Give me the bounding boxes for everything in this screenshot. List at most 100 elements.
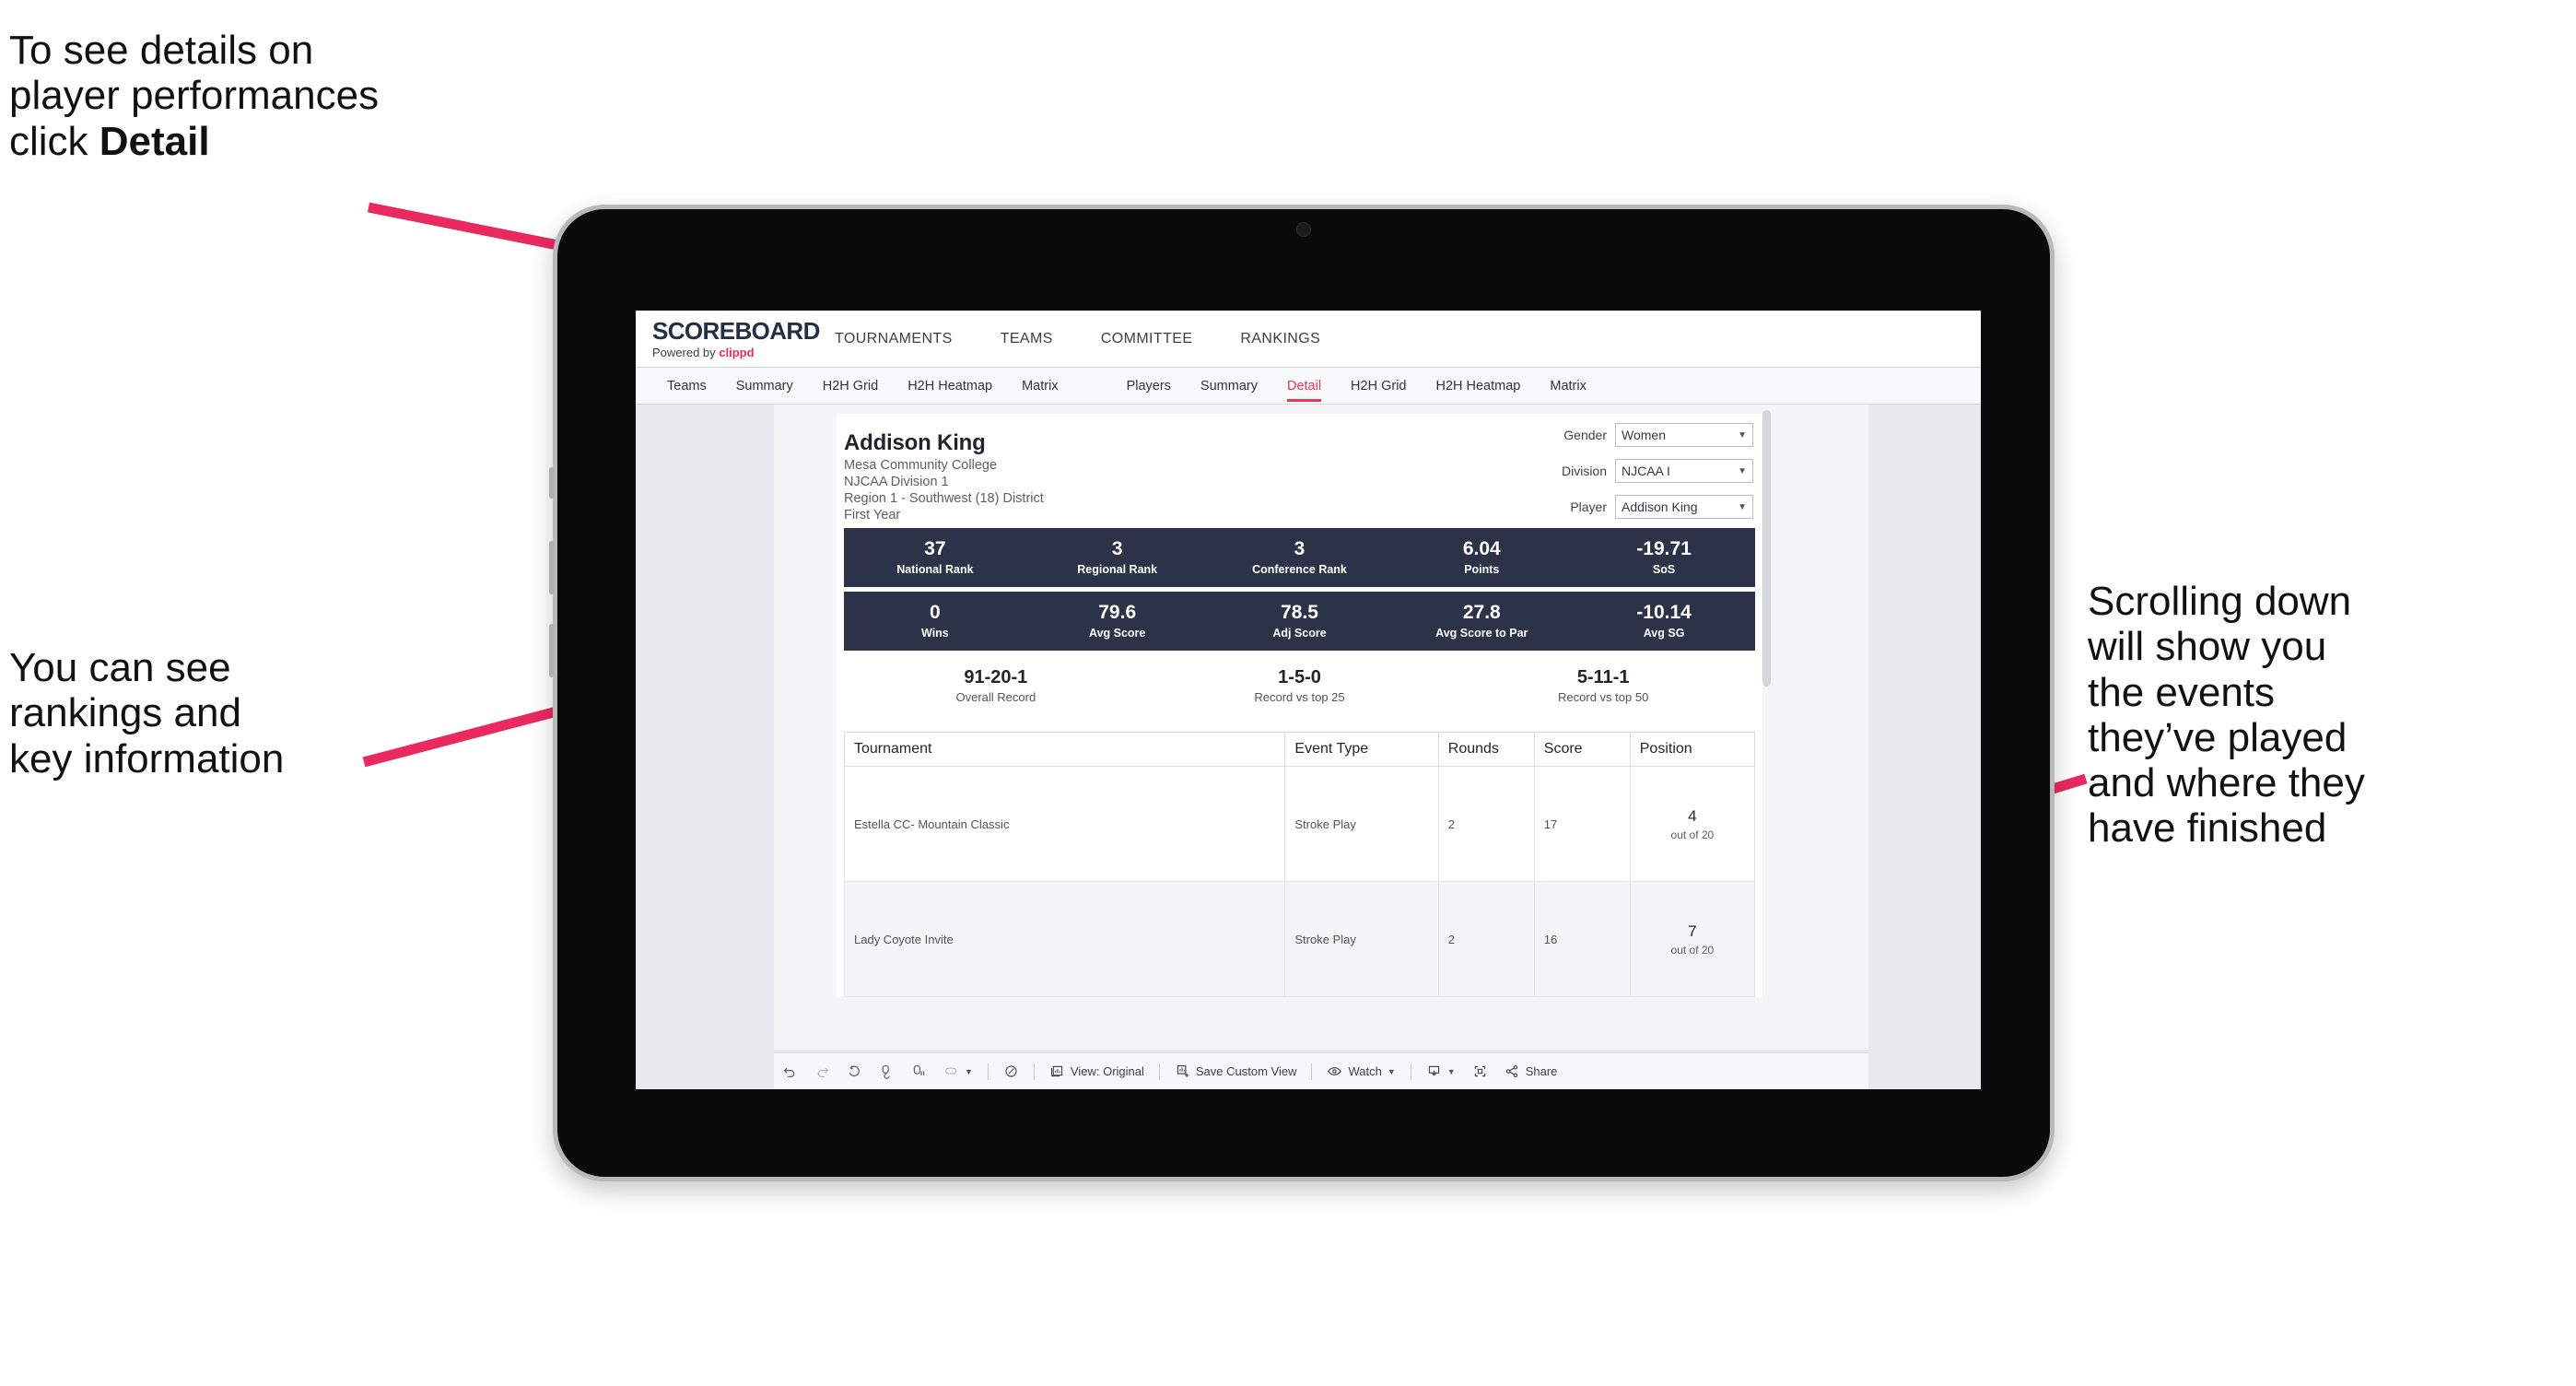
revert-button[interactable] — [838, 1053, 871, 1090]
stat-wins: 0 Wins — [844, 603, 1026, 640]
cell-score: 17 — [1533, 766, 1631, 882]
subnav-item-matrix[interactable]: Matrix — [1007, 368, 1072, 405]
download-button[interactable]: ▼ — [1418, 1053, 1464, 1090]
cell-position: 4 out of 20 — [1629, 766, 1756, 882]
subnav-item-player-summary[interactable]: Summary — [1186, 368, 1272, 405]
topnav-item-tournaments[interactable]: TOURNAMENTS — [811, 311, 977, 368]
chevron-down-icon: ▼ — [1738, 465, 1747, 476]
stats-strip-rankings: 37 National Rank 3 Regional Rank 3 Confe… — [844, 528, 1755, 587]
chevron-down-icon: ▼ — [965, 1066, 973, 1076]
refresh-button[interactable] — [871, 1053, 903, 1090]
position-subtext: out of 20 — [1670, 828, 1715, 841]
stat-conference-rank: 3 Conference Rank — [1209, 538, 1391, 576]
device-button-volume-down — [549, 624, 554, 677]
pause-refresh-button[interactable] — [903, 1053, 935, 1090]
player-detail-card: Addison King Mesa Community College NJCA… — [837, 414, 1762, 997]
share-icon — [1505, 1063, 1520, 1079]
table-row[interactable]: Lady Coyote Invite Stroke Play 2 16 7 ou… — [843, 881, 1756, 997]
subnav-item-detail[interactable]: Detail — [1272, 368, 1336, 405]
filter-gender-select[interactable]: Women ▼ — [1615, 423, 1753, 447]
filter-panel: Gender Women ▼ Division NJCAA I ▼ Player… — [1523, 423, 1753, 531]
stat-adj-score: 78.5 Adj Score — [1209, 603, 1391, 640]
records-row: 91-20-1 Overall Record 1-5-0 Record vs t… — [844, 667, 1755, 704]
column-header-rounds[interactable]: Rounds — [1437, 732, 1535, 767]
callout-detail-bold: Detail — [99, 118, 210, 164]
stat-value: 3 — [1294, 538, 1306, 560]
callout-scroll: Scrolling down will show you the events … — [2088, 579, 2365, 852]
record-value: 5-11-1 — [1576, 667, 1630, 687]
record-label: Record vs top 25 — [1254, 690, 1345, 704]
stat-value: 3 — [1111, 538, 1123, 560]
subnav-item-players[interactable]: Players — [1112, 368, 1186, 405]
stat-label: Wins — [921, 626, 949, 640]
column-header-tournament[interactable]: Tournament — [843, 732, 1286, 767]
refresh-icon — [879, 1063, 895, 1079]
stat-avg-score: 79.6 Avg Score — [1026, 602, 1209, 640]
stat-value: 27.8 — [1462, 602, 1501, 624]
stat-value: -10.14 — [1636, 602, 1692, 624]
undo-button[interactable] — [774, 1053, 806, 1090]
filter-division-label: Division — [1561, 464, 1607, 478]
stat-regional-rank: 3 Regional Rank — [1026, 538, 1209, 576]
subnav-item-h2h-heatmap[interactable]: H2H Heatmap — [893, 368, 1007, 405]
stats-strip-scoring: 0 Wins 79.6 Avg Score 78.5 Adj Score 27.… — [844, 592, 1755, 651]
record-overall: 91-20-1 Overall Record — [844, 667, 1148, 704]
loop-icon — [943, 1063, 959, 1079]
events-table: Tournament Event Type Rounds Score Posit… — [843, 732, 1756, 997]
pause-icon — [911, 1063, 927, 1079]
column-header-score[interactable]: Score — [1533, 732, 1631, 767]
stat-national-rank: 37 National Rank — [844, 539, 1026, 576]
stat-label: Avg Score — [1089, 626, 1146, 640]
share-button[interactable]: Share — [1496, 1053, 1566, 1090]
subnav-item-h2h-grid[interactable]: H2H Grid — [808, 368, 893, 405]
stat-value: 79.6 — [1098, 602, 1137, 624]
vertical-scrollbar[interactable] — [1762, 410, 1771, 687]
stat-points: 6.04 Points — [1390, 538, 1573, 576]
table-header-row: Tournament Event Type Rounds Score Posit… — [843, 732, 1756, 767]
screenshot-root: To see details on player performances cl… — [0, 0, 2576, 1386]
callout-rankings: You can see rankings and key information — [9, 645, 285, 781]
topnav-item-committee[interactable]: COMMITTEE — [1077, 311, 1217, 368]
subnav-item-summary[interactable]: Summary — [721, 368, 808, 405]
filter-player-label: Player — [1570, 499, 1607, 514]
device-button-volume-up — [549, 541, 554, 594]
save-custom-view-button[interactable]: Save Custom View — [1166, 1053, 1306, 1090]
subnav-item-player-matrix[interactable]: Matrix — [1535, 368, 1600, 405]
cell-rounds: 2 — [1437, 881, 1535, 997]
subnav-item-player-h2h-heatmap[interactable]: H2H Heatmap — [1421, 368, 1535, 405]
subnav-item-player-h2h-grid[interactable]: H2H Grid — [1336, 368, 1421, 405]
view-original-button[interactable]: View: Original — [1041, 1053, 1153, 1090]
chevron-down-icon: ▼ — [1446, 1066, 1456, 1076]
auto-update-button[interactable]: ▼ — [935, 1053, 981, 1090]
save-view-icon — [1175, 1063, 1190, 1079]
stat-label: SoS — [1652, 562, 1676, 576]
column-header-position[interactable]: Position — [1629, 732, 1756, 767]
brand-subtitle: Powered by clippd — [652, 346, 811, 359]
view-icon — [1049, 1063, 1065, 1079]
pause-auto-updates-button[interactable] — [995, 1053, 1027, 1090]
toolbar-divider — [1033, 1063, 1035, 1080]
stat-value: 6.04 — [1462, 538, 1501, 560]
stat-label: National Rank — [896, 562, 974, 576]
watch-button[interactable]: Watch ▼ — [1318, 1053, 1403, 1090]
filter-player-select[interactable]: Addison King ▼ — [1615, 495, 1753, 519]
stat-label: Conference Rank — [1252, 562, 1347, 576]
record-value: 1-5-0 — [1278, 667, 1321, 687]
cell-score: 16 — [1533, 881, 1631, 997]
powered-by-label: Powered by — [652, 345, 720, 359]
share-label: Share — [1525, 1064, 1558, 1078]
position-subtext: out of 20 — [1670, 943, 1715, 957]
filter-player-value: Addison King — [1622, 499, 1698, 514]
filter-division-select[interactable]: NJCAA I ▼ — [1615, 459, 1753, 483]
callout-detail: To see details on player performances cl… — [9, 28, 617, 164]
topnav-item-teams[interactable]: TEAMS — [977, 311, 1077, 368]
fullscreen-button[interactable] — [1464, 1053, 1496, 1090]
table-row[interactable]: Estella CC- Mountain Classic Stroke Play… — [843, 766, 1756, 882]
topnav-item-rankings[interactable]: RANKINGS — [1216, 311, 1344, 368]
filter-gender: Gender Women ▼ — [1523, 423, 1753, 447]
brand-logo[interactable]: SCOREBOARD Powered by clippd — [636, 319, 820, 359]
filter-gender-value: Women — [1622, 428, 1666, 442]
column-header-event-type[interactable]: Event Type — [1284, 732, 1439, 767]
subnav-item-teams[interactable]: Teams — [652, 368, 721, 405]
redo-button[interactable] — [806, 1053, 838, 1090]
